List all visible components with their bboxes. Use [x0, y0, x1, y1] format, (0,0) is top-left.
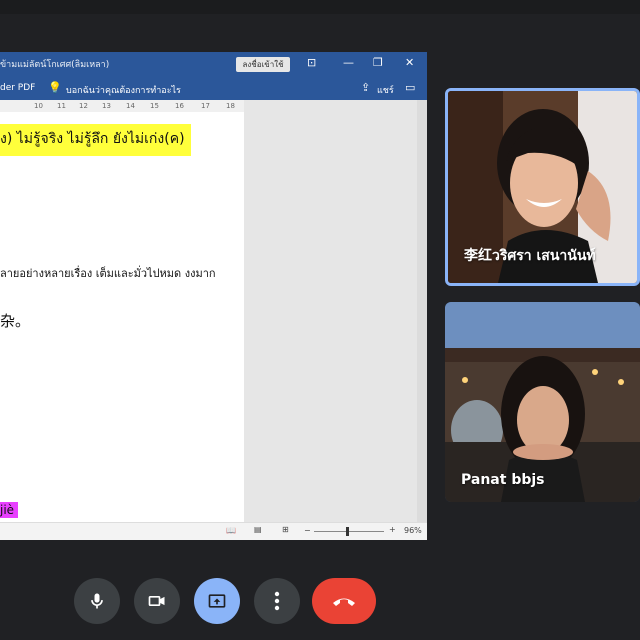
end-call-button[interactable] [312, 578, 376, 624]
ruler-mark: 12 [79, 102, 88, 110]
pdf-tab[interactable]: der PDF [0, 83, 35, 93]
shared-screen: ข้ามแม่ลัตน์โกเศศ(ลิมเหลา) ลงชื่อเข้าใช้… [0, 52, 427, 540]
read-mode-icon[interactable]: 📖 [226, 526, 236, 535]
hang-up-icon [333, 598, 355, 606]
word-title-bar: ข้ามแม่ลัตน์โกเศศ(ลิมเหลา) ลงชื่อเข้าใช้… [0, 52, 427, 76]
ruler-mark: 18 [226, 102, 235, 110]
web-layout-icon[interactable]: ⊞ [282, 525, 289, 534]
vertical-scrollbar[interactable] [417, 100, 427, 522]
participant-name: 李红วริศรา เสนานันท์ [464, 248, 596, 264]
zoom-slider[interactable] [314, 531, 384, 532]
present-screen-button[interactable] [194, 578, 240, 624]
chinese-line: 杂。 [0, 312, 31, 330]
participant-tile[interactable]: 李红วริศรา เสนานันท์ [445, 88, 640, 286]
share-label[interactable]: แชร์ [377, 83, 394, 97]
minimize-icon[interactable]: — [343, 56, 354, 69]
microphone-icon [91, 593, 103, 609]
document-canvas [244, 100, 427, 522]
pinyin-highlight: jiè [0, 502, 19, 518]
more-options-button[interactable] [254, 578, 300, 624]
document-page[interactable]: ง) ไม่รู้จริง ไม่รู้ลึก ยังไม่เก่ง(ค) ลา… [0, 112, 244, 522]
zoom-level[interactable]: 96% [404, 526, 422, 535]
word-ribbon: der PDF 💡 บอกฉันว่าคุณต้องการทำอะไร ⇪ แช… [0, 76, 427, 100]
more-vertical-icon [274, 591, 280, 611]
zoom-in-icon[interactable]: + [389, 525, 396, 534]
print-layout-icon[interactable]: ▤ [254, 525, 262, 534]
ruler-mark: 13 [102, 102, 111, 110]
participant-name: Panat bbjs [461, 472, 545, 488]
close-icon[interactable]: ✕ [405, 56, 414, 69]
lightbulb-icon: 💡 [48, 81, 62, 94]
meeting-top-bar [0, 0, 640, 14]
sign-in-button[interactable]: ลงชื่อเข้าใช้ [236, 57, 290, 72]
ruler-mark: 17 [201, 102, 210, 110]
present-screen-icon [208, 594, 226, 608]
ruler-mark: 11 [57, 102, 66, 110]
participant-tile[interactable]: Panat bbjs [445, 302, 640, 502]
share-icon[interactable]: ⇪ [361, 81, 370, 94]
ribbon-display-icon[interactable]: ⊡ [307, 56, 316, 69]
document-title: ข้ามแม่ลัตน์โกเศศ(ลิมเหลา) [0, 60, 110, 70]
zoom-slider-knob[interactable] [346, 527, 349, 536]
text-line: ลายอย่างหลายเรื่อง เต็มและมั่วไปหมด งงมา… [0, 267, 216, 280]
ruler-mark: 15 [150, 102, 159, 110]
camera-icon [148, 596, 165, 606]
word-status-bar: 📖 ▤ ⊞ − + 96% [0, 522, 427, 540]
comment-icon[interactable]: ▭ [405, 81, 415, 94]
microphone-button[interactable] [74, 578, 120, 624]
ruler-mark: 10 [34, 102, 43, 110]
highlighted-line: ง) ไม่รู้จริง ไม่รู้ลึก ยังไม่เก่ง(ค) [0, 124, 191, 156]
ruler-mark: 16 [175, 102, 184, 110]
restore-icon[interactable]: ❐ [373, 56, 383, 69]
ruler-mark: 14 [126, 102, 135, 110]
camera-button[interactable] [134, 578, 180, 624]
tell-me-box[interactable]: บอกฉันว่าคุณต้องการทำอะไร [66, 83, 181, 97]
zoom-out-icon[interactable]: − [304, 526, 311, 535]
